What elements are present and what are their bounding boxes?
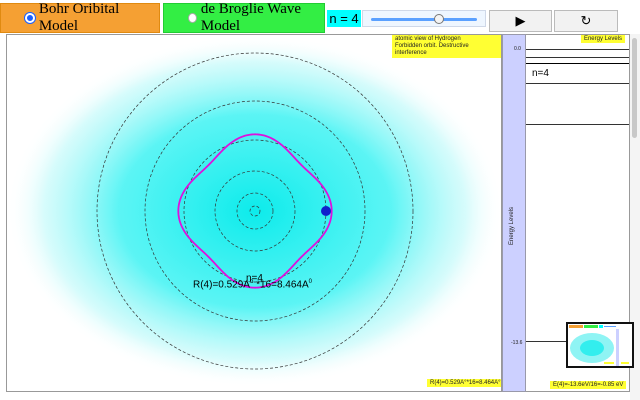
scrollbar-thumb[interactable] <box>632 38 637 138</box>
bohr-model-label: Bohr Oribital Model <box>38 1 120 34</box>
energy-level-5 <box>526 63 629 64</box>
energy-levels-title: Energy Levels <box>580 35 625 43</box>
n-slider-track <box>371 18 477 21</box>
de-broglie-model-label: de Broglie Wave Model <box>200 1 302 34</box>
de-broglie-model-button[interactable]: de Broglie Wave Model <box>163 1 325 34</box>
energy-level-3 <box>526 124 629 125</box>
n-slider-knob[interactable] <box>434 14 444 24</box>
probability-cloud <box>7 35 501 387</box>
atom-canvas <box>7 35 501 387</box>
n-value-label: n = 4 <box>327 10 361 27</box>
info-line-2: Forbidden orbit. Destructive interferenc… <box>395 43 469 56</box>
play-icon: ▶ <box>515 13 526 28</box>
info-box: atomic view of Hydrogen Forbidden orbit.… <box>392 35 501 58</box>
de-broglie-radio-icon[interactable] <box>188 13 197 23</box>
bohr-radio-icon[interactable] <box>25 13 35 23</box>
reset-icon: ↻ <box>580 13 592 28</box>
atom-view-panel: atomic view of Hydrogen Forbidden orbit.… <box>6 34 502 392</box>
minimap-canvas <box>568 324 632 366</box>
radius-formula: R(4)=0.529Ao *16=8.464A0 <box>193 279 312 290</box>
radius-text-2: *16=8.464A <box>253 279 309 291</box>
energy-bottom-label: E(4)=-13.6eV/16=-0.85 eV <box>550 381 627 389</box>
minimap-thumbnail[interactable] <box>566 322 634 368</box>
electron <box>321 206 331 216</box>
energy-tick-bottom: -13.6 <box>511 340 523 346</box>
info-line-1: atomic view of Hydrogen <box>395 36 461 42</box>
energy-axis: Energy Levels <box>502 34 526 392</box>
energy-level-6 <box>526 57 629 58</box>
play-button[interactable]: ▶ <box>489 10 552 32</box>
radius-bottom-label: R(4)=0.529A°*16=8.464A° <box>427 379 501 387</box>
energy-tick-top: 0.0 <box>514 46 521 52</box>
energy-axis-label: Energy Levels <box>509 206 515 245</box>
energy-level-4 <box>526 83 629 84</box>
energy-level-top <box>526 49 629 50</box>
toolbar: Bohr Oribital Model de Broglie Wave Mode… <box>0 0 640 34</box>
radius-text-1: R(4)=0.529A <box>193 279 250 291</box>
n-slider[interactable] <box>362 10 486 27</box>
radius-sup-2: 0 <box>308 279 312 285</box>
energy-level-label: n=4 <box>532 68 549 79</box>
bohr-model-button[interactable]: Bohr Oribital Model <box>0 1 160 34</box>
reset-button[interactable]: ↻ <box>554 10 618 32</box>
